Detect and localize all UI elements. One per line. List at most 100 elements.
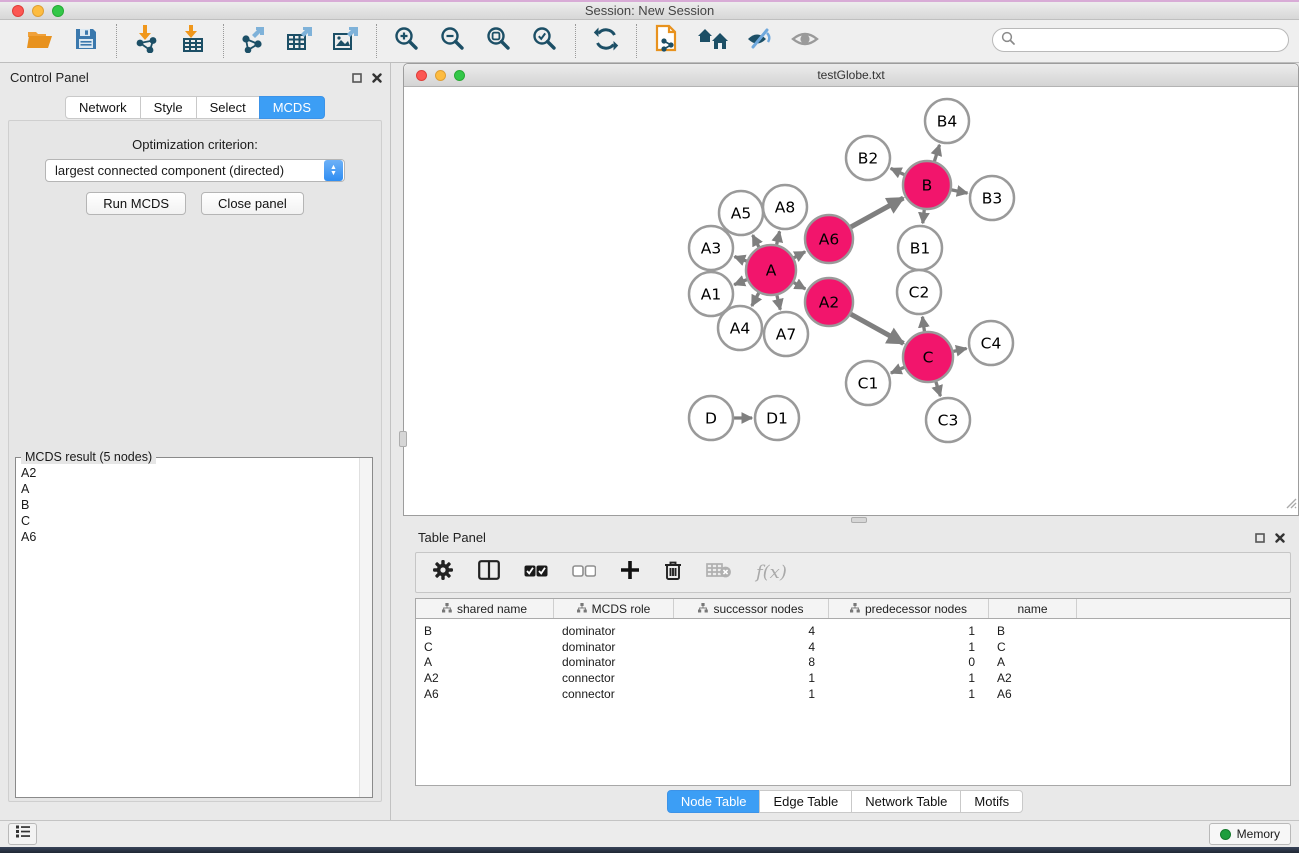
graph-node-A8[interactable]: A8 [763,185,807,229]
search-input[interactable] [1020,33,1280,48]
result-list-item[interactable]: C [16,513,372,529]
graph-node-A6[interactable]: A6 [805,215,853,263]
graph-edge-C-C3[interactable] [936,382,941,396]
function-builder-button[interactable]: f(x) [756,562,787,583]
zoom-out-button[interactable] [437,25,469,57]
graph-node-D1[interactable]: D1 [755,396,799,440]
table-cell[interactable]: 4 [674,640,829,654]
tab-edge-table[interactable]: Edge Table [759,790,852,813]
graph-edge-C-C4[interactable] [953,348,966,351]
table-cell[interactable]: B [989,624,1077,638]
table-row[interactable]: A2connector11A2 [416,670,1290,686]
graph-node-A4[interactable]: A4 [718,306,762,350]
delete-column-button[interactable] [664,560,682,586]
table-cell[interactable]: 1 [829,624,989,638]
table-cell[interactable]: dominator [554,640,674,654]
graph-node-A7[interactable]: A7 [764,312,808,356]
graph-edge-A-A7[interactable] [777,295,780,309]
run-mcds-button[interactable]: Run MCDS [86,192,186,215]
graph-node-B1[interactable]: B1 [898,226,942,270]
import-network-button[interactable] [131,25,163,57]
zoom-selected-button[interactable] [529,25,561,57]
graph-node-A[interactable]: A [746,245,796,295]
horizontal-splitter-handle[interactable] [851,517,867,523]
graph-node-C2[interactable]: C2 [897,270,941,314]
float-panel-icon[interactable] [352,70,362,88]
refresh-view-button[interactable] [590,25,622,57]
graph-node-B3[interactable]: B3 [970,176,1014,220]
table-cell[interactable]: A6 [989,687,1077,701]
node-table[interactable]: shared nameMCDS rolesuccessor nodesprede… [415,598,1291,786]
deselect-all-button[interactable] [572,564,596,582]
graph-edge-C-C1[interactable] [891,367,904,373]
graph-edge-A-A2[interactable] [794,283,806,289]
graph-node-C4[interactable]: C4 [969,321,1013,365]
graph-edge-B-B4[interactable] [934,145,939,161]
mcds-result-list[interactable]: A2ABCA6 [16,458,372,797]
table-cell[interactable]: dominator [554,624,674,638]
graph-edge-A-A8[interactable] [777,231,780,244]
column-header-successor-nodes[interactable]: successor nodes [674,599,829,618]
table-cell[interactable]: A6 [416,687,554,701]
result-list-item[interactable]: A6 [16,529,372,545]
close-panel-icon[interactable] [372,70,382,88]
table-cell[interactable]: A2 [989,671,1077,685]
search-field[interactable] [992,28,1289,52]
result-list-item[interactable]: A [16,481,372,497]
resize-grip-icon[interactable] [1283,495,1297,514]
graph-edge-A-A4[interactable] [752,293,759,306]
hide-elements-button[interactable] [743,25,775,57]
table-cell[interactable]: C [989,640,1077,654]
graph-node-D[interactable]: D [689,396,733,440]
memory-button[interactable]: Memory [1209,823,1291,845]
table-settings-button[interactable] [432,559,454,586]
zoom-in-button[interactable] [391,25,423,57]
vertical-splitter-handle[interactable] [399,431,407,447]
table-cell[interactable]: connector [554,687,674,701]
table-row[interactable]: Adominator80A [416,655,1290,671]
result-list-item[interactable]: B [16,497,372,513]
save-session-button[interactable] [70,25,102,57]
graph-edge-A6-B[interactable] [851,198,903,227]
table-row[interactable]: A6connector11A6 [416,686,1290,702]
table-cell[interactable]: 8 [674,655,829,669]
tab-network[interactable]: Network [65,96,141,119]
column-header-name[interactable]: name [989,599,1077,618]
graph-edge-A-A1[interactable] [734,280,747,285]
tab-node-table[interactable]: Node Table [667,790,761,813]
import-table-button[interactable] [177,25,209,57]
graph-node-B2[interactable]: B2 [846,136,890,180]
export-table-button[interactable] [284,25,316,57]
add-column-button[interactable] [620,560,640,585]
graph-edge-A2-C[interactable] [851,314,904,343]
select-all-button[interactable] [524,564,548,582]
graph-edge-C-C2[interactable] [922,317,924,331]
graph-node-B[interactable]: B [903,161,951,209]
table-cell[interactable]: A2 [416,671,554,685]
column-header-MCDS-role[interactable]: MCDS role [554,599,674,618]
show-columns-button[interactable] [478,560,500,585]
export-network-button[interactable] [238,25,270,57]
tab-mcds[interactable]: MCDS [259,96,325,119]
table-cell[interactable]: A [416,655,554,669]
tab-network-table[interactable]: Network Table [851,790,961,813]
graph-node-A3[interactable]: A3 [689,226,733,270]
table-cell[interactable]: 1 [829,687,989,701]
table-cell[interactable]: 0 [829,655,989,669]
home-button[interactable] [697,25,729,57]
graph-edge-B-B3[interactable] [952,190,968,193]
result-scrollbar[interactable] [359,458,372,797]
table-cell[interactable]: 1 [674,671,829,685]
column-header-shared-name[interactable]: shared name [416,599,554,618]
result-list-item[interactable]: A2 [16,465,372,481]
table-cell[interactable]: A [989,655,1077,669]
zoom-fit-button[interactable] [483,25,515,57]
graph-edge-B-B2[interactable] [891,168,905,174]
graph-node-C1[interactable]: C1 [846,361,890,405]
graph-node-A2[interactable]: A2 [805,278,853,326]
network-graph[interactable]: B4B2BB3A5A8A6A3B1AA1C2A2A4A7C4CC1C3DD1 [404,87,1297,515]
graph-edge-B-B1[interactable] [923,210,924,223]
table-cell[interactable]: 1 [829,640,989,654]
table-float-icon[interactable] [1255,530,1265,548]
graph-edge-A-A6[interactable] [794,252,805,258]
